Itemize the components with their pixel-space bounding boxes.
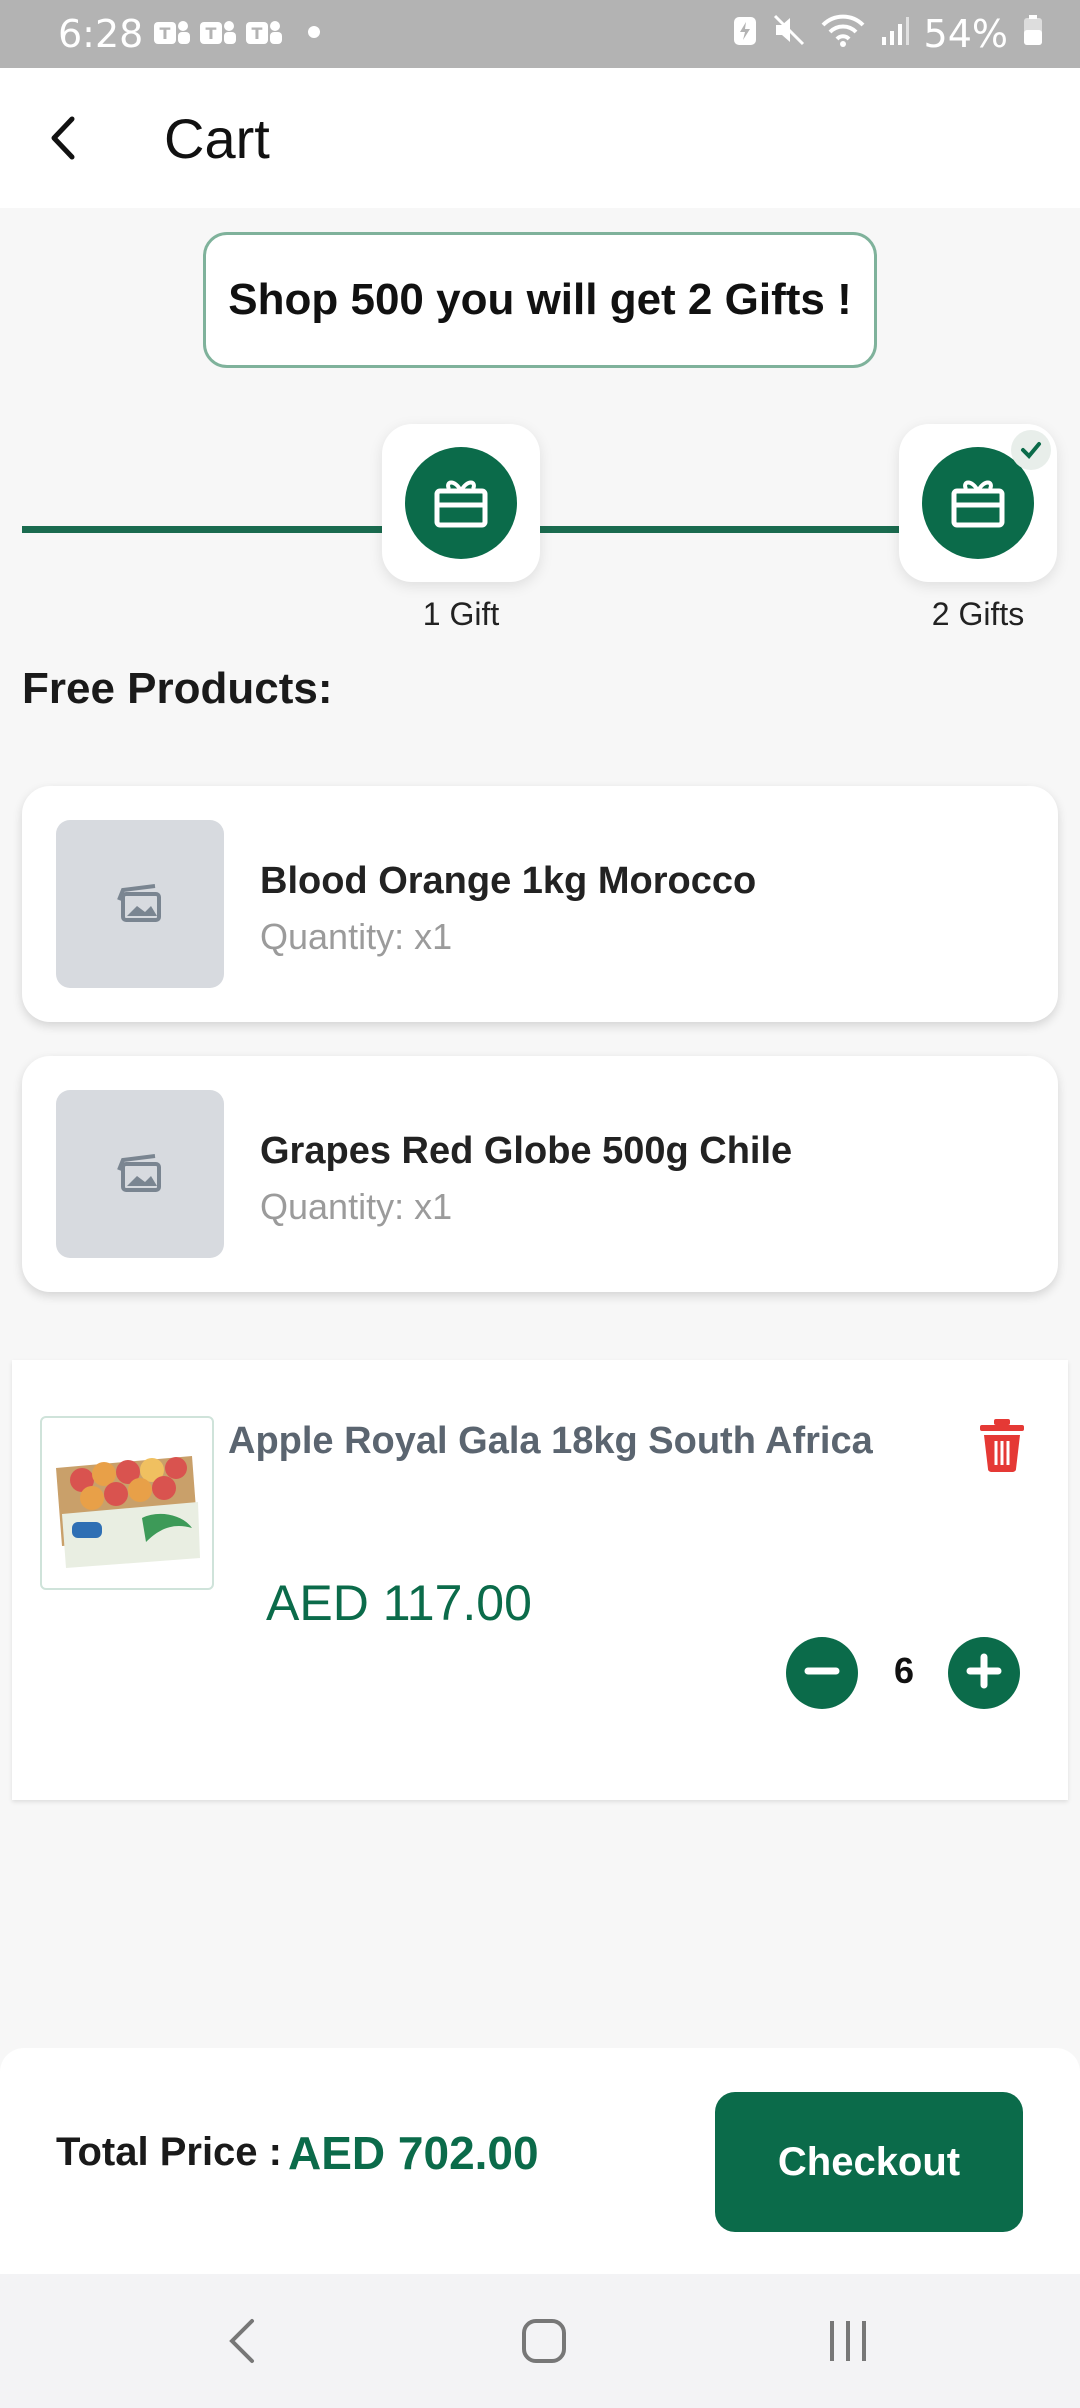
decrease-quantity-button[interactable] <box>786 1637 858 1709</box>
checkout-bar: Total Price : AED 702.00 Checkout <box>0 2048 1080 2274</box>
battery-icon <box>1022 12 1044 56</box>
checkmark-icon <box>1011 430 1051 470</box>
svg-text:T: T <box>252 24 263 43</box>
free-product-name: Grapes Red Globe 500g Chile <box>260 1130 793 1172</box>
gift-milestone-label: 2 Gifts <box>931 596 1025 632</box>
quantity-value: 6 <box>893 1650 915 1691</box>
signal-icon <box>880 12 910 56</box>
teams-icon: T <box>198 16 238 50</box>
status-indicators: 54% <box>732 12 1044 56</box>
nav-back-icon <box>224 2315 260 2372</box>
system-nav-bar <box>0 2274 1080 2408</box>
plus-icon <box>964 1651 1004 1696</box>
gift-promo-banner: Shop 500 you will get 2 Gifts ! <box>203 232 877 368</box>
progress-line <box>538 526 902 533</box>
nav-recents-button[interactable] <box>808 2308 888 2378</box>
gift-circle <box>405 447 517 559</box>
checkout-button[interactable]: Checkout <box>715 2092 1023 2232</box>
back-button[interactable] <box>30 108 94 172</box>
product-name[interactable]: Apple Royal Gala 18kg South Africa <box>228 1420 873 1463</box>
free-product-quantity: Quantity: x1 <box>260 916 453 957</box>
cart-item: Apple Royal Gala 18kg South Africa AED 1… <box>12 1360 1068 1800</box>
free-products-title: Free Products: <box>22 664 333 713</box>
back-arrow-icon <box>42 113 82 168</box>
teams-icon: T <box>244 16 284 50</box>
notification-dot-icon <box>308 26 320 38</box>
svg-text:T: T <box>160 24 171 43</box>
battery-saver-icon <box>732 12 758 56</box>
trash-icon <box>976 1417 1028 1478</box>
svg-text:T: T <box>206 24 217 43</box>
nav-home-button[interactable] <box>504 2308 584 2378</box>
page-title: Cart <box>164 107 270 170</box>
delete-button[interactable] <box>972 1414 1032 1480</box>
teams-icon: T <box>152 16 192 50</box>
app-bar: Cart <box>0 68 1080 208</box>
product-image[interactable] <box>40 1416 214 1590</box>
total-price-value: AED 702.00 <box>288 2127 539 2179</box>
free-product-name: Blood Orange 1kg Morocco <box>260 860 757 902</box>
notification-icons: T T T <box>152 16 284 50</box>
gift-milestone-label: 1 Gift <box>422 596 500 632</box>
gift-icon <box>431 471 491 536</box>
increase-quantity-button[interactable] <box>948 1637 1020 1709</box>
minus-icon <box>802 1651 842 1696</box>
nav-back-button[interactable] <box>202 2308 282 2378</box>
progress-line <box>22 526 382 533</box>
mute-icon <box>772 12 806 56</box>
nav-recents-icon <box>824 2317 872 2370</box>
product-price: AED 117.00 <box>266 1575 532 1631</box>
gift-milestone-2 <box>899 424 1057 582</box>
status-bar: 6:28 T T T 54% <box>0 0 1080 68</box>
total-price-label: Total Price : <box>56 2130 282 2174</box>
gift-icon <box>948 471 1008 536</box>
gift-milestone-1 <box>382 424 540 582</box>
free-product-quantity: Quantity: x1 <box>260 1186 453 1227</box>
image-placeholder-icon <box>56 820 224 988</box>
nav-home-icon <box>520 2317 568 2370</box>
free-product-card: Grapes Red Globe 500g Chile Quantity: x1 <box>22 1056 1058 1292</box>
battery-percent: 54% <box>923 12 1008 56</box>
image-placeholder-icon <box>56 1090 224 1258</box>
status-time: 6:28 <box>58 12 144 56</box>
free-product-card: Blood Orange 1kg Morocco Quantity: x1 <box>22 786 1058 1022</box>
wifi-icon <box>820 12 866 56</box>
